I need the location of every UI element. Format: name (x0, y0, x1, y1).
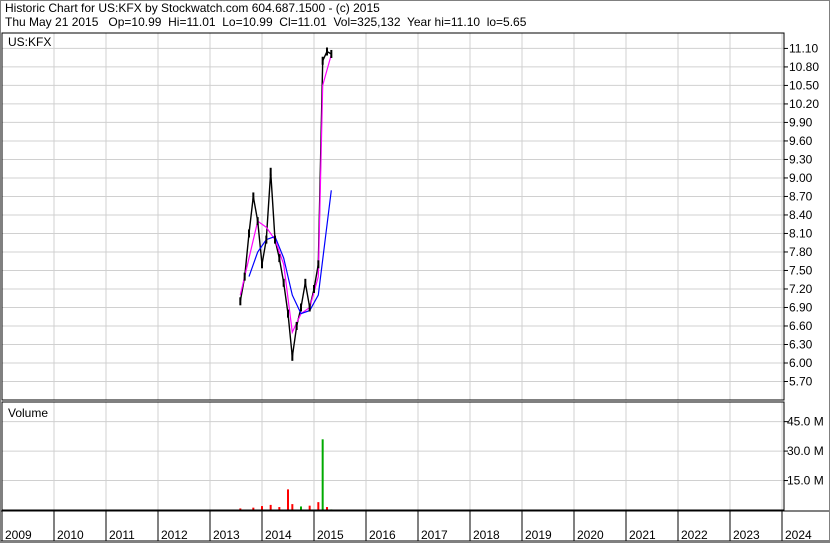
y-tick-label: 8.10 (789, 226, 813, 240)
price-point (287, 309, 289, 318)
x-tick-label: 2021 (629, 528, 656, 542)
volume-bar (291, 504, 294, 510)
chart-svg: 2009 2010 2011 2012 2013 2014 2015 2016 2017 2018… (0, 0, 830, 543)
volume-bars (239, 439, 333, 510)
price-point (261, 260, 263, 269)
volume-bar (287, 489, 289, 510)
x-tick-label: 2017 (421, 528, 448, 542)
price-point (326, 47, 328, 56)
x-tick-label: 2012 (161, 528, 188, 542)
price-point (317, 260, 320, 269)
y-tick-label: 10.20 (789, 97, 819, 111)
price-point (265, 235, 268, 244)
price-point (243, 272, 246, 281)
volume-tick-label: 15.0 M (787, 474, 824, 488)
y-tick-label: 8.40 (789, 208, 813, 222)
y-tick-label: 6.60 (789, 319, 813, 333)
axis-labels: 2009 2010 2011 2012 2013 2014 2015 2016 2017 2018… (5, 41, 824, 542)
price-point (269, 167, 272, 176)
x-tick-label: 2009 (5, 528, 32, 542)
volume-bar (269, 504, 272, 510)
price-point (278, 254, 281, 263)
y-tick-label: 5.70 (789, 374, 813, 388)
volume-bar (261, 506, 263, 510)
y-tick-label: 7.50 (789, 263, 813, 277)
price-point (300, 303, 302, 312)
price-point (304, 278, 307, 287)
price-point (252, 192, 255, 201)
x-tick-label: 2018 (473, 528, 500, 542)
price-line (239, 50, 332, 357)
x-tick-label: 2013 (213, 528, 240, 542)
y-tick-label: 6.30 (789, 337, 813, 351)
price-point (239, 297, 242, 306)
y-tick-label: 9.30 (789, 152, 813, 166)
volume-panel-label: Volume (8, 406, 48, 420)
price-point (308, 303, 311, 312)
y-tick-label: 10.50 (789, 78, 819, 92)
x-tick-label: 2016 (369, 528, 396, 542)
x-tick-label: 2015 (317, 528, 344, 542)
x-tick-label: 2022 (681, 528, 708, 542)
outer-frame (0, 0, 830, 543)
price-point (321, 56, 324, 65)
volume-tick-label: 45.0 M (787, 415, 824, 429)
y-tick-label: 10.80 (789, 60, 819, 74)
price-point (282, 278, 285, 287)
price-grid (1, 33, 784, 400)
y-tick-label: 9.60 (789, 134, 813, 148)
price-point (330, 49, 333, 58)
volume-bar (317, 502, 320, 510)
x-tick-label: 2011 (109, 528, 135, 542)
panel-frames (0, 0, 830, 543)
x-tick-label: 2019 (525, 528, 552, 542)
price-series (239, 47, 333, 361)
y-tick-label: 6.90 (789, 300, 813, 314)
y-tick-label: 11.10 (789, 41, 818, 55)
y-tick-label: 9.90 (789, 115, 813, 129)
x-tick-label: 2020 (577, 528, 604, 542)
volume-bar (308, 505, 311, 510)
x-tick-label: 2014 (265, 528, 292, 542)
x-tick-label: 2024 (785, 528, 812, 542)
price-point (248, 229, 250, 238)
y-tick-label: 7.80 (789, 245, 813, 259)
volume-tick-label: 30.0 M (787, 444, 824, 458)
chart-area: 2009 2010 2011 2012 2013 2014 2015 2016 2017 2018… (0, 0, 830, 548)
y-tick-label: 9.00 (789, 171, 813, 185)
volume-grid (1, 402, 784, 510)
x-tick-label: 2010 (57, 528, 84, 542)
volume-panel-frame (1, 401, 785, 511)
price-point (291, 352, 294, 361)
price-point (256, 217, 259, 226)
volume-bar (300, 506, 302, 510)
price-point (295, 321, 298, 330)
price-panel-label: US:KFX (8, 35, 51, 49)
x-tick-label: 2023 (733, 528, 760, 542)
price-point (313, 284, 315, 293)
price-point (274, 235, 276, 244)
volume-bar (321, 439, 324, 510)
y-tick-label: 8.70 (789, 189, 813, 203)
y-tick-label: 7.20 (789, 282, 813, 296)
y-tick-label: 6.00 (789, 356, 813, 370)
